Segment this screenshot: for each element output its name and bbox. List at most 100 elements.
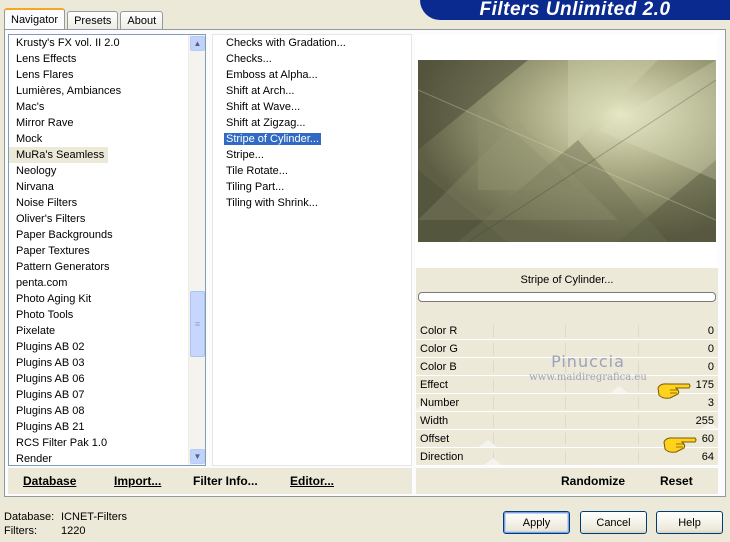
- up-arrow-icon[interactable]: ▲: [190, 36, 205, 51]
- category-item[interactable]: Photo Tools: [9, 307, 189, 323]
- tab-presets[interactable]: Presets: [67, 11, 119, 29]
- category-item[interactable]: RCS Filter Pak 1.0: [9, 435, 189, 451]
- filter-list[interactable]: Checks with Gradation... Checks... Emboss …: [212, 34, 412, 466]
- category-item[interactable]: Lens Effects: [9, 51, 189, 67]
- filter-item[interactable]: Emboss at Alpha...: [213, 67, 411, 83]
- param-slider-width[interactable]: Width 255: [416, 412, 719, 430]
- selected-filter-title: Stripe of Cylinder...: [520, 274, 614, 286]
- database-button[interactable]: Database: [23, 474, 76, 488]
- tab-about[interactable]: About: [120, 11, 164, 29]
- category-item[interactable]: Lens Flares: [9, 67, 189, 83]
- import-button[interactable]: Import...: [114, 474, 161, 488]
- filter-item[interactable]: Tiling Part...: [213, 179, 411, 195]
- slider-tick: [492, 361, 494, 373]
- category-item[interactable]: penta.com: [9, 275, 189, 291]
- param-value: 255: [695, 415, 714, 427]
- slider-tick: [492, 325, 494, 337]
- param-name: Effect: [420, 379, 448, 391]
- param-value: 64: [701, 451, 714, 463]
- filters-count-label: Filters:: [4, 525, 37, 537]
- pointing-hand-icon: [663, 437, 697, 453]
- category-item[interactable]: Nirvana: [9, 179, 189, 195]
- filter-item-label: Stripe of Cylinder...: [223, 132, 322, 146]
- slider-tick: [637, 379, 639, 391]
- slider-tick: [565, 325, 566, 337]
- category-item[interactable]: Mock: [9, 131, 189, 147]
- slider-thumb[interactable]: [479, 440, 498, 447]
- filter-items: Checks with Gradation... Checks... Emboss …: [213, 35, 411, 211]
- param-value: 0: [707, 343, 714, 355]
- category-list[interactable]: Krusty's FX vol. II 2.0 Lens Effects Lens …: [8, 34, 206, 466]
- category-item[interactable]: Pattern Generators: [9, 259, 189, 275]
- filter-item-label: Checks with Gradation...: [226, 37, 346, 49]
- filter-info-button[interactable]: Filter Info...: [193, 474, 258, 488]
- slider-tick: [637, 451, 639, 463]
- filter-item[interactable]: Checks...: [213, 51, 411, 67]
- category-items: Krusty's FX vol. II 2.0 Lens Effects Lens …: [9, 35, 189, 465]
- apply-button[interactable]: Apply: [503, 511, 570, 534]
- filter-item[interactable]: Stripe of Cylinder...: [213, 131, 411, 147]
- filter-item[interactable]: Shift at Wave...: [213, 99, 411, 115]
- help-button[interactable]: Help: [656, 511, 723, 534]
- param-value: 0: [707, 361, 714, 373]
- param-name: Color R: [420, 325, 458, 337]
- slider-tick: [637, 325, 639, 337]
- filter-item-label: Shift at Zigzag...: [226, 117, 306, 129]
- param-value: 3: [707, 397, 714, 409]
- preview-graphic: [418, 60, 716, 242]
- filter-item-label: Shift at Wave...: [226, 101, 301, 113]
- category-item[interactable]: Plugins AB 06: [9, 371, 189, 387]
- slider-tick: [565, 361, 566, 373]
- editor-button[interactable]: Editor...: [290, 474, 334, 488]
- category-item[interactable]: Photo Aging Kit: [9, 291, 189, 307]
- category-item[interactable]: Neology: [9, 163, 189, 179]
- category-item[interactable]: MuRa's Seamless: [9, 147, 109, 163]
- filter-item[interactable]: Shift at Arch...: [213, 83, 411, 99]
- param-slider-color-b[interactable]: Color B 0: [416, 358, 718, 376]
- slider-tick: [565, 451, 566, 463]
- filter-item-label: Shift at Arch...: [226, 85, 295, 97]
- database-status-value: ICNET-Filters: [61, 511, 127, 523]
- category-item[interactable]: Pixelate: [9, 323, 189, 339]
- parameter-toolbar: Randomize Reset: [416, 468, 718, 494]
- cancel-button[interactable]: Cancel: [580, 511, 647, 534]
- reset-button[interactable]: Reset: [660, 474, 693, 488]
- category-item[interactable]: Oliver's Filters: [9, 211, 189, 227]
- category-item[interactable]: Mac's: [9, 99, 189, 115]
- slider-thumb[interactable]: [610, 386, 629, 393]
- param-value: 60: [701, 433, 714, 445]
- filter-item[interactable]: Tile Rotate...: [213, 163, 411, 179]
- filter-item[interactable]: Tiling with Shrink...: [213, 195, 411, 211]
- randomize-button[interactable]: Randomize: [561, 474, 625, 488]
- slider-thumb[interactable]: [483, 458, 502, 465]
- slider-tick: [492, 415, 494, 427]
- filter-item[interactable]: Checks with Gradation...: [213, 35, 411, 51]
- param-name: Width: [420, 415, 449, 427]
- tab-navigator[interactable]: Navigator: [4, 8, 66, 30]
- category-item[interactable]: Render: [9, 451, 189, 465]
- filter-item-label: Tiling with Shrink...: [226, 197, 318, 209]
- category-item[interactable]: Lumières, Ambiances: [9, 83, 189, 99]
- category-item[interactable]: Plugins AB 07: [9, 387, 189, 403]
- category-scrollbar[interactable]: ▲ ≡ ▼: [188, 35, 205, 465]
- category-item[interactable]: Krusty's FX vol. II 2.0: [9, 35, 189, 51]
- param-slider-color-r[interactable]: Color R 0: [416, 322, 718, 340]
- category-item[interactable]: Plugins AB 02: [9, 339, 189, 355]
- tab-strip: Navigator Presets About: [4, 7, 165, 30]
- app-title: Filters Unlimited 2.0: [479, 0, 671, 20]
- param-slider-color-g[interactable]: Color G 0: [416, 340, 718, 358]
- filter-item[interactable]: Stripe...: [213, 147, 411, 163]
- category-item[interactable]: Plugins AB 21: [9, 419, 189, 435]
- category-item[interactable]: Mirror Rave: [9, 115, 189, 131]
- category-item[interactable]: Plugins AB 03: [9, 355, 189, 371]
- slider-tick: [637, 343, 639, 355]
- category-item[interactable]: Plugins AB 08: [9, 403, 189, 419]
- scroll-thumb[interactable]: ≡: [190, 291, 205, 357]
- filter-preview-image: [418, 60, 716, 242]
- category-item[interactable]: Noise Filters: [9, 195, 189, 211]
- category-item[interactable]: Paper Backgrounds: [9, 227, 189, 243]
- down-arrow-icon[interactable]: ▼: [190, 449, 205, 464]
- category-item[interactable]: Paper Textures: [9, 243, 189, 259]
- slider-tick: [492, 343, 494, 355]
- filter-item[interactable]: Shift at Zigzag...: [213, 115, 411, 131]
